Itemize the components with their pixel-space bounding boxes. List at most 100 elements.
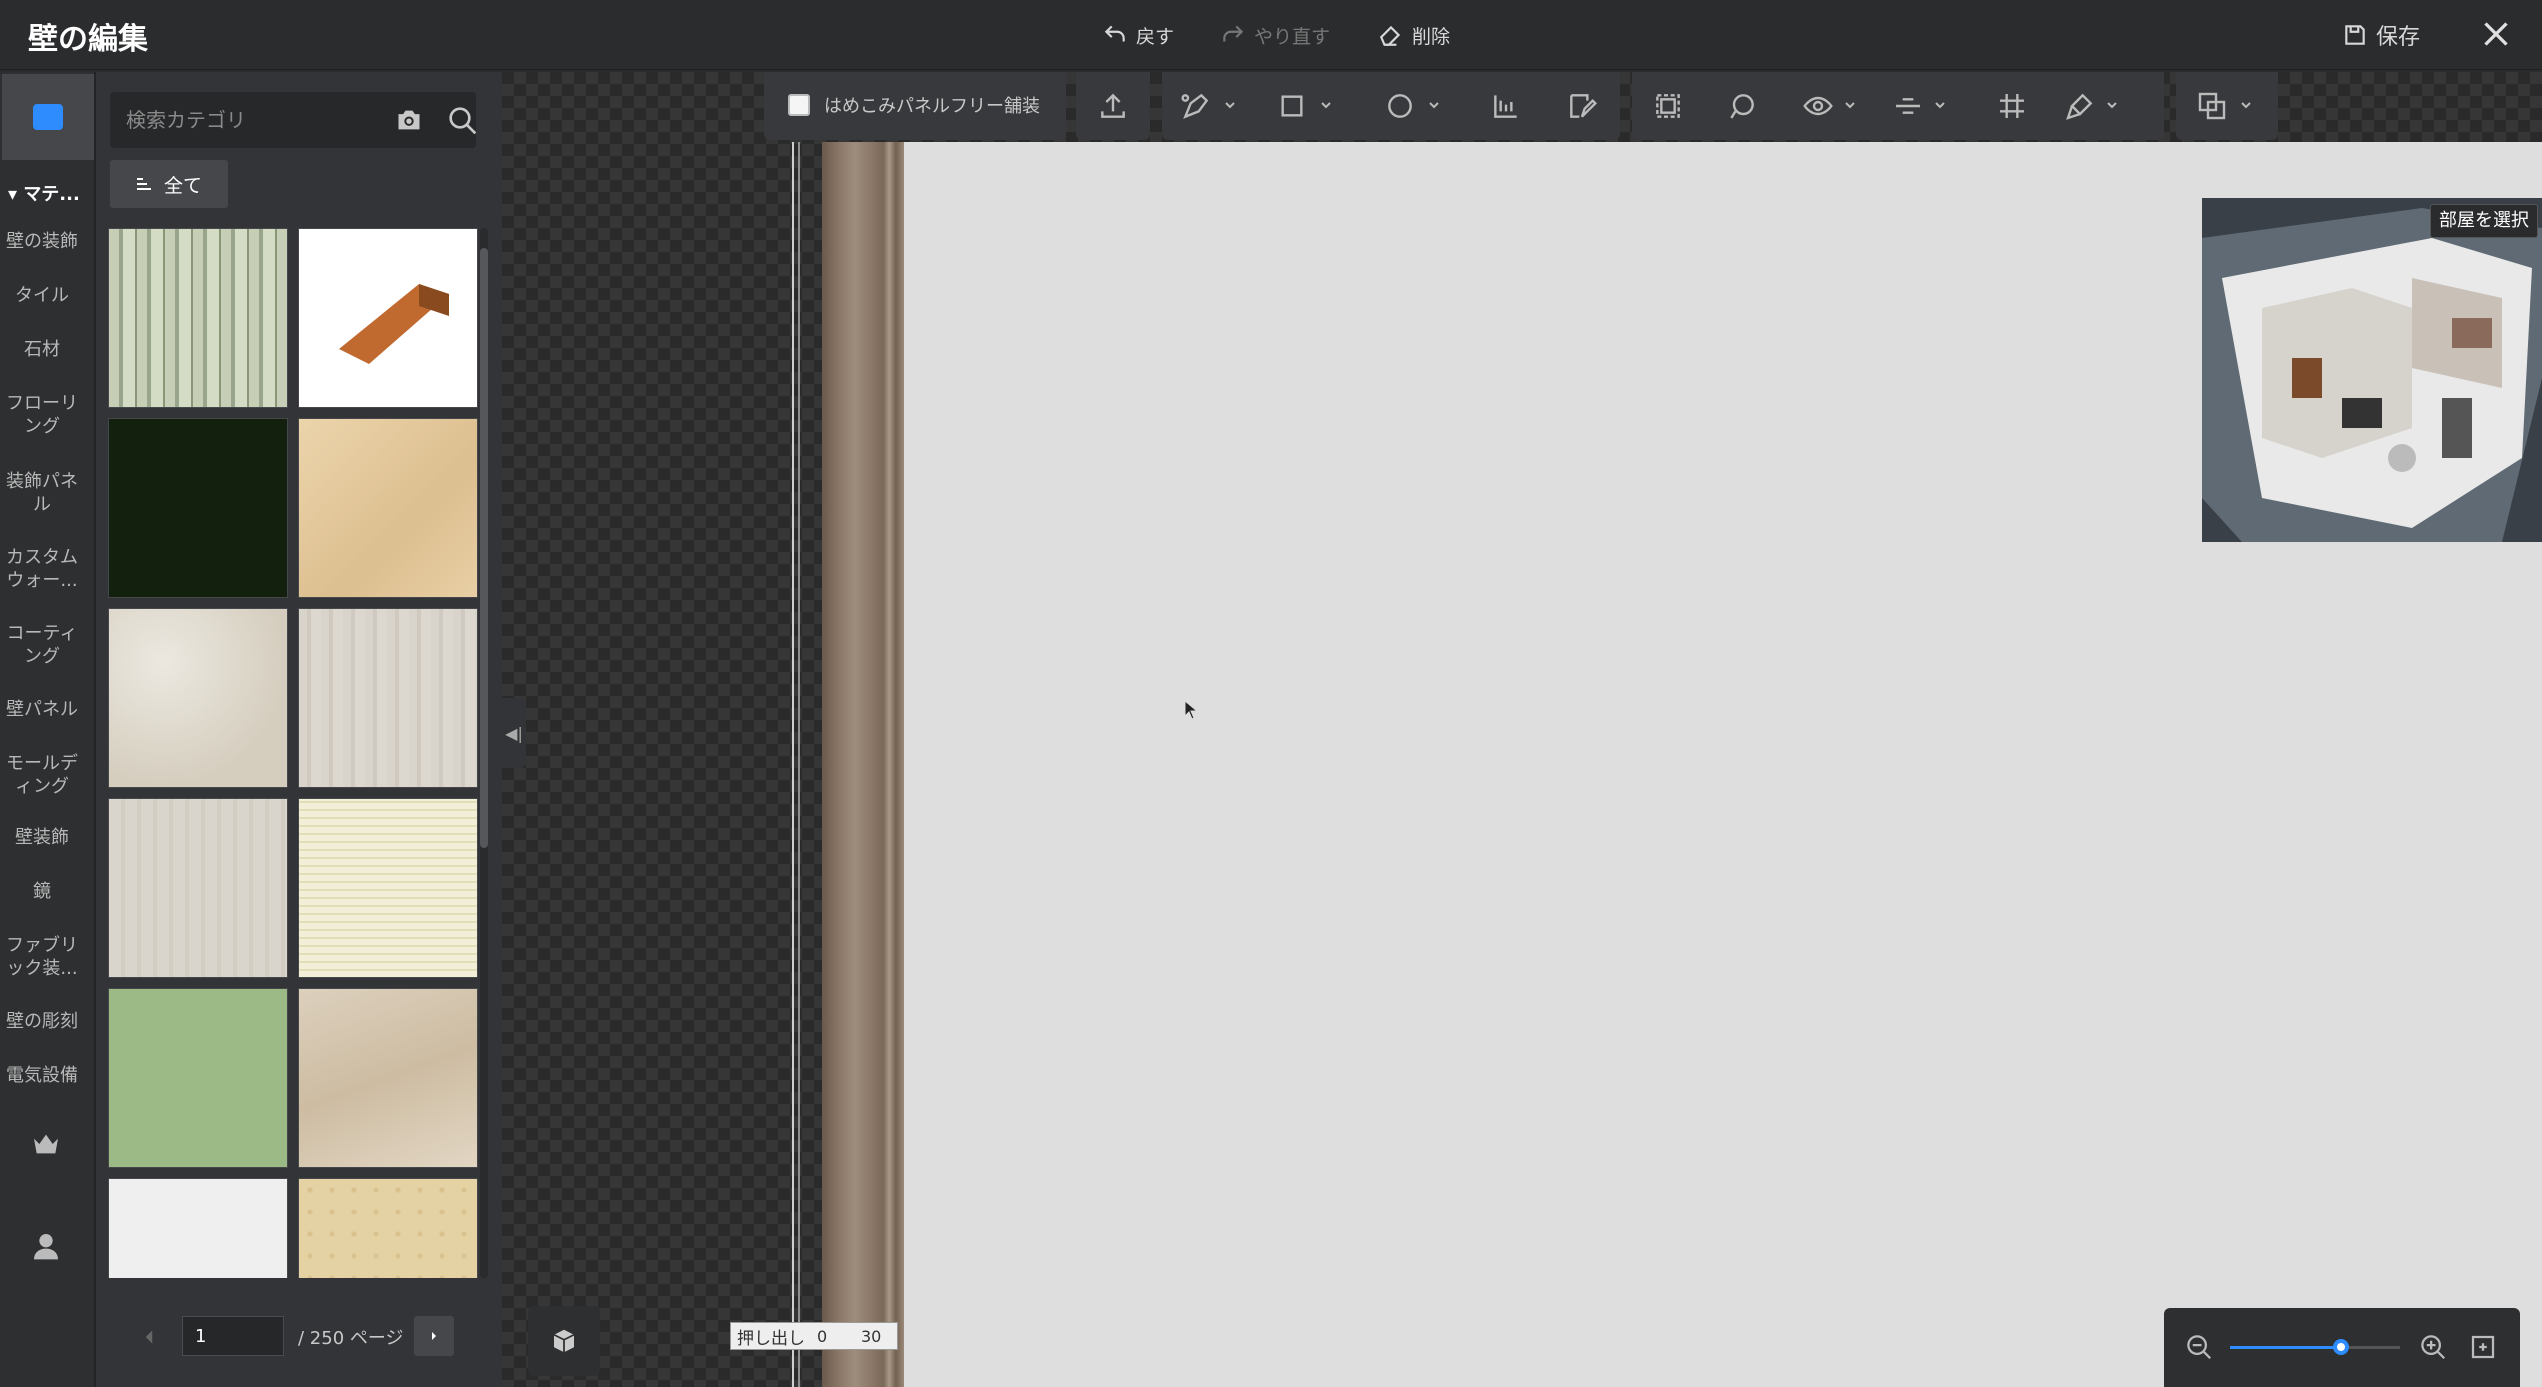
- material-tile[interactable]: [108, 418, 288, 598]
- search-icon[interactable]: [446, 104, 478, 136]
- material-tile[interactable]: [108, 1178, 288, 1278]
- pen-path-icon[interactable]: [1180, 90, 1212, 122]
- category-item[interactable]: モールデ ィング: [0, 752, 84, 798]
- camera-icon[interactable]: [394, 106, 424, 134]
- select-room-button[interactable]: 部屋を選択: [2430, 204, 2538, 238]
- category-header-label: マテ...: [23, 184, 80, 205]
- redo-button[interactable]: やり直す: [1220, 20, 1330, 50]
- chevron-down-icon[interactable]: [1224, 100, 1236, 110]
- undo-button[interactable]: 戻す: [1102, 20, 1174, 50]
- select-area-icon[interactable]: [1652, 90, 1684, 122]
- extrude-value-a[interactable]: [817, 1325, 849, 1347]
- material-grid: [108, 228, 478, 1278]
- collapse-panel-button[interactable]: ◀|: [502, 698, 526, 768]
- pagination: / 250 ページ: [96, 1308, 502, 1368]
- distribute-icon[interactable]: [1892, 90, 1924, 122]
- delete-button[interactable]: 削除: [1378, 20, 1450, 50]
- material-tile[interactable]: [108, 608, 288, 788]
- material-tab[interactable]: [2, 74, 94, 160]
- lasso-icon[interactable]: [1726, 90, 1758, 122]
- header-bar: 壁の編集 戻す やり直す 削除 保存: [0, 0, 2542, 70]
- category-header[interactable]: ▾ マテ...: [8, 180, 80, 206]
- eye-icon[interactable]: [1802, 90, 1834, 122]
- upload-icon[interactable]: [1097, 90, 1129, 122]
- material-panel: 全て / 250 ページ: [96, 72, 502, 1387]
- edit-shape-icon[interactable]: [1566, 90, 1598, 122]
- floorplan-3d-thumbnail: [2202, 198, 2542, 542]
- chevron-down-icon[interactable]: [2106, 100, 2118, 110]
- grid-icon[interactable]: [1996, 90, 2028, 122]
- close-icon[interactable]: [2478, 16, 2514, 52]
- category-item[interactable]: ファブリ ック装...: [0, 934, 84, 980]
- material-scrollbar[interactable]: [480, 228, 488, 1278]
- category-item[interactable]: 壁の彫刻: [0, 1010, 84, 1033]
- layers-icon[interactable]: [2196, 90, 2228, 122]
- room-minimap[interactable]: 部屋を選択: [2202, 198, 2542, 542]
- material-tile[interactable]: [298, 1178, 478, 1278]
- material-tile[interactable]: [298, 988, 478, 1168]
- extrude-readout: 押し出し: [730, 1322, 898, 1350]
- material-tile[interactable]: [108, 228, 288, 408]
- toolbar-layer-group: [2176, 72, 2278, 140]
- chevron-down-icon[interactable]: [1320, 100, 1332, 110]
- chevron-down-icon[interactable]: [1428, 100, 1440, 110]
- category-item[interactable]: カスタム ウォー...: [0, 546, 84, 592]
- material-tile[interactable]: [298, 608, 478, 788]
- category-sidebar: ▾ マテ... 壁の装飾 タイル 石材 フローリ ング 装飾パネ ル カスタム …: [0, 72, 96, 1387]
- category-item[interactable]: タイル: [0, 284, 84, 307]
- material-cube-icon: [33, 104, 63, 130]
- zoom-slider-fill: [2230, 1346, 2341, 1349]
- category-item[interactable]: 石材: [0, 338, 84, 361]
- sort-icon: [136, 178, 151, 190]
- crown-icon[interactable]: [30, 1128, 62, 1160]
- filter-label: 全て: [163, 174, 202, 197]
- chevron-down-icon[interactable]: [1934, 100, 1946, 110]
- view-3d-button[interactable]: [528, 1306, 600, 1376]
- fit-screen-icon[interactable]: [2468, 1332, 2498, 1362]
- category-item[interactable]: 壁の装飾: [0, 230, 84, 253]
- baseboard-thumbnail-icon: [339, 284, 449, 364]
- search-box: [110, 92, 478, 148]
- editor-canvas[interactable]: ◀| はめこみパネルフリー舗装 部屋を選択 押し出し 0 30: [502, 72, 2542, 1387]
- toolbar-upload-group: [1076, 72, 1150, 140]
- chevron-down-icon[interactable]: [1844, 100, 1856, 110]
- category-item[interactable]: 鏡: [0, 880, 84, 903]
- category-item[interactable]: 電気設備: [0, 1064, 84, 1087]
- user-icon[interactable]: [30, 1230, 62, 1262]
- align-icon[interactable]: [1490, 90, 1522, 122]
- category-item[interactable]: フローリ ング: [0, 392, 84, 438]
- material-tile[interactable]: [298, 798, 478, 978]
- zoom-slider[interactable]: [2230, 1339, 2400, 1355]
- next-page-button[interactable]: [414, 1316, 454, 1356]
- chevron-down-icon[interactable]: [2240, 100, 2252, 110]
- redo-label: やり直す: [1254, 25, 1331, 48]
- page-title: 壁の編集: [28, 22, 148, 57]
- rectangle-icon[interactable]: [1276, 90, 1308, 122]
- material-tile[interactable]: [298, 228, 478, 408]
- material-tile[interactable]: [108, 988, 288, 1168]
- material-tile[interactable]: [298, 418, 478, 598]
- category-item[interactable]: 壁パネル: [0, 698, 84, 721]
- page-number-input[interactable]: [182, 1316, 284, 1356]
- toolbar-draw-group: [1162, 72, 1620, 140]
- brush-icon[interactable]: [2064, 90, 2096, 122]
- next-page-icon: [432, 1332, 436, 1340]
- save-button[interactable]: 保存: [2342, 20, 2420, 50]
- filter-all-button[interactable]: 全て: [110, 160, 228, 208]
- eraser-icon: [1379, 25, 1401, 46]
- prev-page-icon[interactable]: [136, 1324, 162, 1350]
- category-item[interactable]: 壁装飾: [0, 826, 84, 849]
- zoom-slider-knob[interactable]: [2332, 1339, 2349, 1355]
- category-item[interactable]: コーティ ング: [0, 622, 84, 668]
- scroll-thumb[interactable]: [480, 248, 488, 848]
- circle-icon[interactable]: [1384, 90, 1416, 122]
- extrude-value-b[interactable]: [861, 1325, 893, 1347]
- zoom-out-icon[interactable]: [2184, 1332, 2214, 1362]
- collapse-left-icon: ◀|: [505, 723, 523, 743]
- search-input[interactable]: [126, 102, 366, 138]
- material-tile[interactable]: [108, 798, 288, 978]
- category-item[interactable]: 装飾パネ ル: [0, 470, 84, 516]
- inlay-panel-checkbox[interactable]: [788, 94, 810, 116]
- zoom-in-icon[interactable]: [2418, 1332, 2448, 1362]
- wall-section[interactable]: [822, 142, 904, 1387]
